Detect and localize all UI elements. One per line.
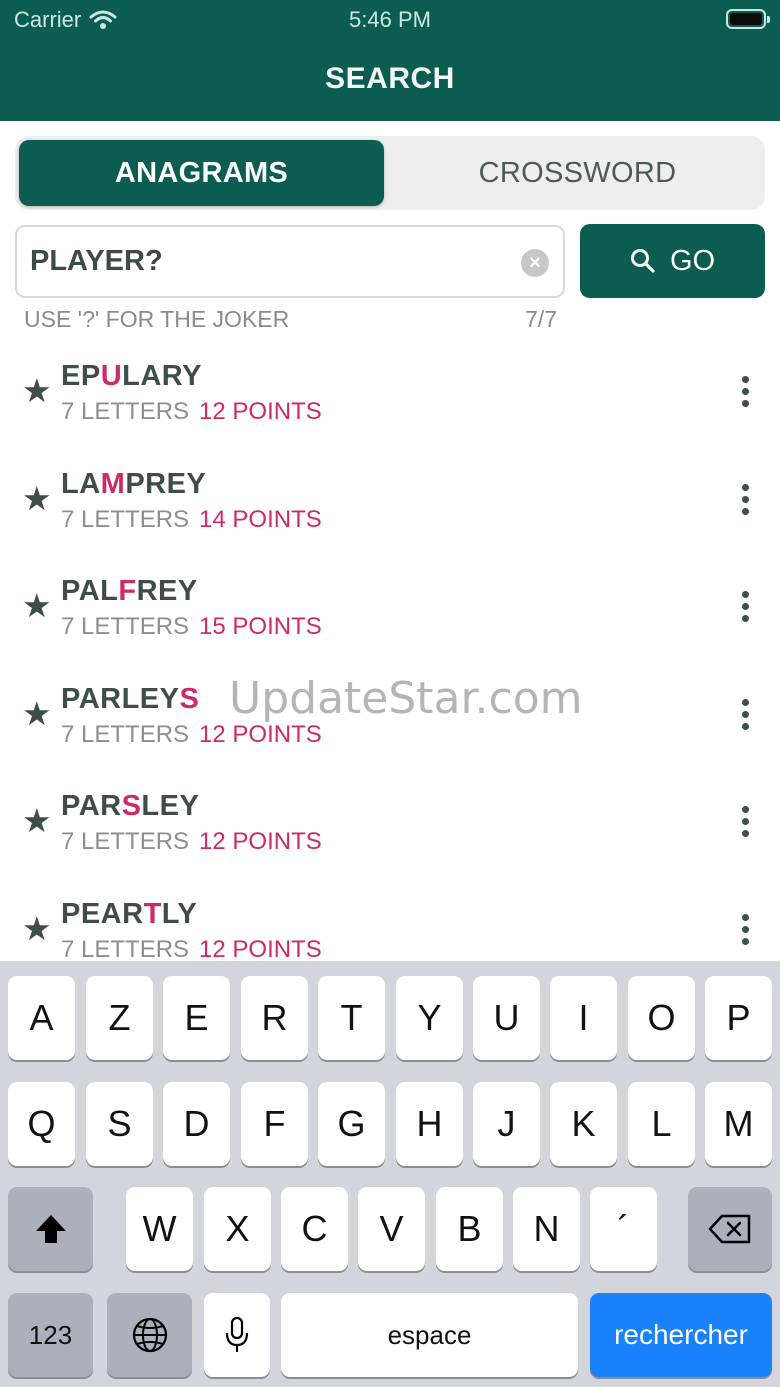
list-item[interactable]: ★ PALFREY 7 LETTERS 15 POINTS	[0, 553, 780, 661]
key-t[interactable]: T	[318, 976, 385, 1060]
battery-icon	[726, 9, 770, 29]
header-bar: Carrier 5:46 PM SEARCH	[0, 0, 780, 121]
more-icon[interactable]	[742, 376, 750, 407]
key-s[interactable]: S	[86, 1082, 153, 1166]
key-r[interactable]: R	[241, 976, 308, 1060]
microphone-icon	[225, 1316, 249, 1352]
key-b[interactable]: B	[436, 1187, 503, 1271]
search-input[interactable]: PLAYER? ×	[15, 225, 565, 298]
star-icon[interactable]: ★	[22, 804, 52, 837]
key-p[interactable]: P	[705, 976, 772, 1060]
key-k[interactable]: K	[550, 1082, 617, 1166]
status-time: 5:46 PM	[349, 7, 431, 32]
numbers-key[interactable]: 123	[8, 1293, 93, 1377]
points-value: 12 POINTS	[199, 398, 322, 425]
page-title: SEARCH	[325, 62, 455, 95]
more-icon[interactable]	[742, 913, 750, 945]
result-word: EPULARY	[61, 360, 203, 392]
more-icon[interactable]	[742, 591, 750, 622]
star-icon[interactable]: ★	[22, 697, 52, 730]
mode-segmented-control: ANAGRAMS CROSSWORD	[15, 136, 765, 210]
result-word: PARSLEY	[61, 790, 200, 822]
letters-count: 7 LETTERS	[61, 720, 190, 748]
points-value: 15 POINTS	[199, 613, 322, 640]
key-z[interactable]: Z	[86, 976, 153, 1060]
tab-crossword[interactable]: CROSSWORD	[395, 140, 760, 206]
list-item[interactable]: ★ LAMPREY 7 LETTERS 14 POINTS	[0, 446, 780, 554]
result-meta: 7 LETTERS 14 POINTS	[61, 506, 322, 534]
points-value: 14 POINTS	[199, 505, 322, 533]
go-button[interactable]: GO	[580, 224, 765, 298]
shift-icon	[35, 1215, 66, 1243]
dictation-key[interactable]	[204, 1293, 270, 1377]
star-icon[interactable]: ★	[22, 374, 52, 407]
key-u[interactable]: U	[473, 976, 540, 1060]
result-word: PEARTLY	[61, 897, 198, 930]
list-item[interactable]: ★ EPULARY 7 LETTERS 12 POINTS	[0, 338, 780, 446]
result-meta: 7 LETTERS 12 POINTS	[61, 828, 322, 856]
key-w[interactable]: W	[126, 1187, 193, 1271]
results-list: ★ EPULARY 7 LETTERS 12 POINTS ★ LAMPREY 7…	[0, 338, 780, 961]
globe-icon	[132, 1317, 167, 1353]
key-v[interactable]: V	[358, 1187, 425, 1271]
result-meta: 7 LETTERS 12 POINTS	[61, 936, 322, 962]
result-meta: 7 LETTERS 15 POINTS	[61, 613, 322, 641]
key-e[interactable]: E	[163, 976, 230, 1060]
result-count: 7/7	[525, 306, 557, 332]
letters-count: 7 LETTERS	[61, 828, 190, 855]
go-button-label: GO	[669, 244, 716, 277]
key-a[interactable]: A	[8, 976, 75, 1060]
result-word: PARLEYS	[61, 682, 200, 715]
delete-key[interactable]	[688, 1187, 772, 1271]
keyboard: A Z E R T Y U I O P Q S D F G H J K L M …	[0, 961, 780, 1387]
key-m[interactable]: M	[705, 1082, 772, 1166]
star-icon[interactable]: ★	[22, 589, 52, 622]
key-acute[interactable]: ´	[590, 1187, 657, 1271]
search-input-value: PLAYER?	[30, 245, 163, 277]
star-icon[interactable]: ★	[22, 912, 52, 945]
points-value: 12 POINTS	[199, 720, 322, 748]
key-c[interactable]: C	[281, 1187, 348, 1271]
result-meta: 7 LETTERS 12 POINTS	[61, 721, 322, 749]
key-f[interactable]: F	[241, 1082, 308, 1166]
search-icon	[630, 249, 655, 273]
shift-key[interactable]	[8, 1187, 93, 1271]
more-icon[interactable]	[742, 698, 750, 730]
letters-count: 7 LETTERS	[61, 398, 190, 425]
list-item[interactable]: ★ PEARTLY 7 LETTERS 12 POINTS	[0, 876, 780, 962]
key-x[interactable]: X	[204, 1187, 271, 1271]
key-n[interactable]: N	[513, 1187, 580, 1271]
letters-count: 7 LETTERS	[61, 613, 190, 640]
joker-hint: USE '?' FOR THE JOKER	[24, 306, 290, 332]
more-icon[interactable]	[742, 483, 750, 515]
key-q[interactable]: Q	[8, 1082, 75, 1166]
key-h[interactable]: H	[396, 1082, 463, 1166]
backspace-icon	[708, 1214, 751, 1244]
key-j[interactable]: J	[473, 1082, 540, 1166]
more-icon[interactable]	[742, 806, 750, 837]
key-l[interactable]: L	[628, 1082, 695, 1166]
search-action-key[interactable]: rechercher	[590, 1293, 772, 1377]
points-value: 12 POINTS	[199, 935, 322, 962]
globe-key[interactable]	[107, 1293, 192, 1377]
result-word: PALFREY	[61, 575, 198, 607]
key-y[interactable]: Y	[396, 976, 463, 1060]
letters-count: 7 LETTERS	[61, 935, 190, 962]
key-i[interactable]: I	[550, 976, 617, 1060]
result-word: LAMPREY	[61, 467, 207, 500]
key-o[interactable]: O	[628, 976, 695, 1060]
watermark: UpdateStar.com	[229, 673, 583, 724]
key-d[interactable]: D	[163, 1082, 230, 1166]
star-icon[interactable]: ★	[22, 482, 52, 515]
list-item[interactable]: ★ PARSLEY 7 LETTERS 12 POINTS	[0, 768, 780, 876]
letters-count: 7 LETTERS	[61, 505, 190, 533]
key-g[interactable]: G	[318, 1082, 385, 1166]
tab-anagrams[interactable]: ANAGRAMS	[19, 140, 384, 206]
space-key[interactable]: espace	[281, 1293, 578, 1377]
result-meta: 7 LETTERS 12 POINTS	[61, 398, 322, 426]
points-value: 12 POINTS	[199, 828, 322, 855]
clear-icon[interactable]: ×	[521, 249, 549, 277]
